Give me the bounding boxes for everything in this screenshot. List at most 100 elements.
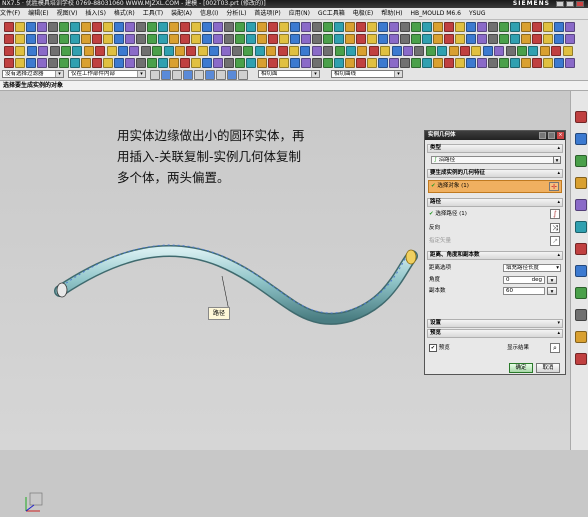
menu-item-7[interactable]: 信息(I)	[200, 10, 218, 17]
tb1-tool-icon[interactable]	[345, 22, 355, 32]
tb4-tool-icon[interactable]	[422, 58, 432, 68]
tb2-tool-icon[interactable]	[136, 34, 146, 44]
tb3-tool-icon[interactable]	[4, 46, 14, 56]
tb2-tool-icon[interactable]	[356, 34, 366, 44]
tb1-tool-icon[interactable]	[48, 22, 58, 32]
tb3-tool-icon[interactable]	[494, 46, 505, 56]
tb4-tool-icon[interactable]	[455, 58, 465, 68]
section-settings[interactable]: 设置 ▾	[427, 319, 563, 328]
tb2-tool-icon[interactable]	[389, 34, 399, 44]
tb1-tool-icon[interactable]	[37, 22, 47, 32]
tb3-tool-icon[interactable]	[197, 46, 208, 56]
menu-item-0[interactable]: 文件(F)	[0, 10, 20, 17]
tb3-tool-icon[interactable]	[266, 46, 277, 56]
tb4-tool-icon[interactable]	[543, 58, 553, 68]
tb1-tool-icon[interactable]	[378, 22, 388, 32]
tb4-tool-icon[interactable]	[290, 58, 300, 68]
section-distance[interactable]: 距离、角度和副本数 ▴	[427, 251, 563, 260]
tb1-tool-icon[interactable]	[257, 22, 267, 32]
snap-point-icon[interactable]	[172, 70, 182, 80]
tb1-tool-icon[interactable]	[444, 22, 454, 32]
tb2-tool-icon[interactable]	[312, 34, 322, 44]
tb1-tool-icon[interactable]	[389, 22, 399, 32]
tb3-tool-icon[interactable]	[129, 46, 140, 56]
tb4-tool-icon[interactable]	[202, 58, 212, 68]
tb3-tool-icon[interactable]	[220, 46, 231, 56]
reverse-direction-icon[interactable]: ⤨	[550, 223, 560, 233]
tb2-tool-icon[interactable]	[290, 34, 300, 44]
tb3-tool-icon[interactable]	[72, 46, 83, 56]
menu-item-12[interactable]: 电极(E)	[353, 10, 373, 17]
tb2-tool-icon[interactable]	[477, 34, 487, 44]
tb3-tool-icon[interactable]	[448, 46, 459, 56]
type-dropdown[interactable]: ∫ 沿路径	[431, 156, 557, 164]
tb4-tool-icon[interactable]	[213, 58, 223, 68]
tb2-tool-icon[interactable]	[81, 34, 91, 44]
curve-rule-dropdown[interactable]: 相切曲线 ▾	[331, 70, 403, 78]
tb1-tool-icon[interactable]	[224, 22, 234, 32]
tb1-tool-icon[interactable]	[103, 22, 113, 32]
tb1-tool-icon[interactable]	[367, 22, 377, 32]
tb3-tool-icon[interactable]	[232, 46, 242, 56]
snap-point-icon[interactable]	[150, 70, 160, 80]
tb3-tool-icon[interactable]	[311, 46, 322, 56]
section-type[interactable]: 类型 ▴	[427, 144, 563, 153]
tb1-tool-icon[interactable]	[15, 22, 25, 32]
tb4-tool-icon[interactable]	[279, 58, 289, 68]
tb3-tool-icon[interactable]	[562, 46, 573, 56]
tb4-tool-icon[interactable]	[125, 58, 135, 68]
menu-item-5[interactable]: 工具(T)	[143, 10, 163, 17]
menu-item-8[interactable]: 分析(L)	[226, 10, 246, 17]
tb2-tool-icon[interactable]	[15, 34, 25, 44]
tb2-tool-icon[interactable]	[4, 34, 14, 44]
tb1-tool-icon[interactable]	[499, 22, 509, 32]
chevron-down-icon[interactable]: ▾	[547, 276, 557, 284]
tb3-tool-icon[interactable]	[209, 46, 220, 56]
tb1-tool-icon[interactable]	[59, 22, 69, 32]
tb3-tool-icon[interactable]	[277, 46, 288, 56]
ok-button[interactable]: 确定	[509, 363, 533, 373]
tb4-tool-icon[interactable]	[15, 58, 25, 68]
tb4-tool-icon[interactable]	[191, 58, 201, 68]
menu-item-11[interactable]: GC工具箱	[318, 10, 345, 17]
angle-input[interactable]: 0 deg	[503, 276, 545, 284]
tb2-tool-icon[interactable]	[499, 34, 509, 44]
snap-point-icon[interactable]	[161, 70, 171, 80]
tb2-tool-icon[interactable]	[92, 34, 102, 44]
tb3-tool-icon[interactable]	[163, 46, 174, 56]
maximize-button[interactable]	[566, 1, 574, 7]
tb2-tool-icon[interactable]	[279, 34, 289, 44]
resource-bar-icon[interactable]	[575, 155, 587, 167]
menu-item-2[interactable]: 视图(V)	[57, 10, 78, 17]
tb4-tool-icon[interactable]	[81, 58, 91, 68]
tb2-tool-icon[interactable]	[125, 34, 135, 44]
resource-bar-icon[interactable]	[575, 177, 587, 189]
tb4-tool-icon[interactable]	[224, 58, 234, 68]
tb3-tool-icon[interactable]	[425, 46, 436, 56]
tb4-tool-icon[interactable]	[4, 58, 14, 68]
tb2-tool-icon[interactable]	[323, 34, 333, 44]
tb4-tool-icon[interactable]	[345, 58, 355, 68]
tb2-tool-icon[interactable]	[213, 34, 223, 44]
tb4-tool-icon[interactable]	[378, 58, 388, 68]
tb3-tool-icon[interactable]	[528, 46, 539, 56]
tb2-tool-icon[interactable]	[257, 34, 267, 44]
tb2-tool-icon[interactable]	[235, 34, 245, 44]
tb1-tool-icon[interactable]	[290, 22, 300, 32]
tb4-tool-icon[interactable]	[389, 58, 399, 68]
menu-item-13[interactable]: 帮助(H)	[381, 10, 402, 17]
resource-bar-icon[interactable]	[575, 331, 587, 343]
tb4-tool-icon[interactable]	[565, 58, 575, 68]
tb3-tool-icon[interactable]	[61, 46, 71, 56]
tb1-tool-icon[interactable]	[422, 22, 432, 32]
tb3-tool-icon[interactable]	[482, 46, 493, 56]
tb4-tool-icon[interactable]	[477, 58, 487, 68]
tb4-tool-icon[interactable]	[411, 58, 421, 68]
tb2-tool-icon[interactable]	[180, 34, 190, 44]
tb1-tool-icon[interactable]	[510, 22, 520, 32]
tb3-tool-icon[interactable]	[49, 46, 60, 56]
tb3-tool-icon[interactable]	[403, 46, 413, 56]
tb4-tool-icon[interactable]	[499, 58, 509, 68]
tb1-tool-icon[interactable]	[466, 22, 476, 32]
tb4-tool-icon[interactable]	[257, 58, 267, 68]
